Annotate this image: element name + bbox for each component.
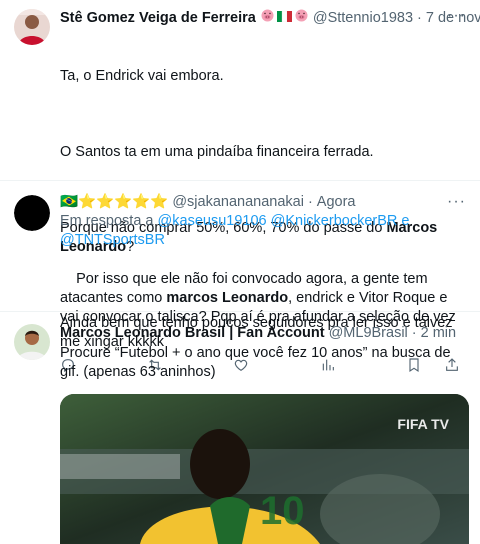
- italy-flag-icon: [276, 9, 292, 28]
- tweet-3[interactable]: Marcos Leonardo Brasil | Fan Account @ML…: [0, 312, 480, 544]
- handle[interactable]: @ML9Brasil: [329, 324, 408, 343]
- reply-handle-link[interactable]: @kaseusu19106: [158, 213, 267, 229]
- jersey-number: 10: [260, 489, 305, 533]
- reply-context: Em resposta a @kaseusu19106 @Knickerbock…: [60, 213, 410, 248]
- avatar[interactable]: [14, 324, 50, 360]
- tweet-text: Procure “Futebol + o ano que você fez 10…: [60, 345, 455, 380]
- display-name[interactable]: Stê Gomez Veiga de Ferreira: [60, 9, 256, 28]
- pig-emoji-icon: [294, 8, 309, 28]
- timestamp[interactable]: Agora: [317, 193, 356, 212]
- display-name-emojis[interactable]: 🇧🇷⭐⭐⭐⭐⭐: [60, 193, 168, 212]
- tweet-2[interactable]: 🇧🇷⭐⭐⭐⭐⭐ @sjakananananakai · Agora ··· Em…: [0, 181, 480, 373]
- more-icon[interactable]: ···: [447, 7, 466, 25]
- separator-dot: ·: [307, 194, 313, 210]
- tweet-header: 🇧🇷⭐⭐⭐⭐⭐ @sjakananananakai · Agora: [60, 193, 466, 212]
- tweet-header: Marcos Leonardo Brasil | Fan Account @ML…: [60, 324, 466, 343]
- fifa-tv-watermark: FIFA TV: [397, 416, 449, 432]
- separator-dot: ·: [417, 9, 422, 26]
- reply-handle-link[interactable]: @KnickerbockerBR: [271, 213, 398, 229]
- pig-emoji-icon: [260, 8, 275, 28]
- tweet-1[interactable]: Stê Gomez Veiga de Ferreira @Sttennio198…: [0, 0, 480, 423]
- tweet-paragraph: Ta, o Endrick vai embora.: [60, 68, 224, 84]
- more-icon[interactable]: ···: [447, 193, 466, 211]
- reply-handle-link[interactable]: @TNTSportsBR: [60, 232, 165, 248]
- separator-dot: ·: [411, 325, 417, 341]
- tweet-header: Stê Gomez Veiga de Ferreira @Sttennio198…: [60, 8, 480, 28]
- handle[interactable]: @sjakananananakai: [172, 193, 304, 212]
- display-name[interactable]: Marcos Leonardo Brasil | Fan Account: [60, 324, 325, 343]
- tweet-paragraph: O Santos ta em uma pindaíba financeira f…: [60, 144, 374, 160]
- tweet-media-gif[interactable]: FIFA TV 10: [60, 394, 469, 544]
- avatar[interactable]: [14, 195, 50, 231]
- avatar[interactable]: [14, 9, 50, 45]
- timestamp[interactable]: 2 min: [421, 324, 456, 343]
- handle[interactable]: @Sttennio1983: [313, 9, 413, 28]
